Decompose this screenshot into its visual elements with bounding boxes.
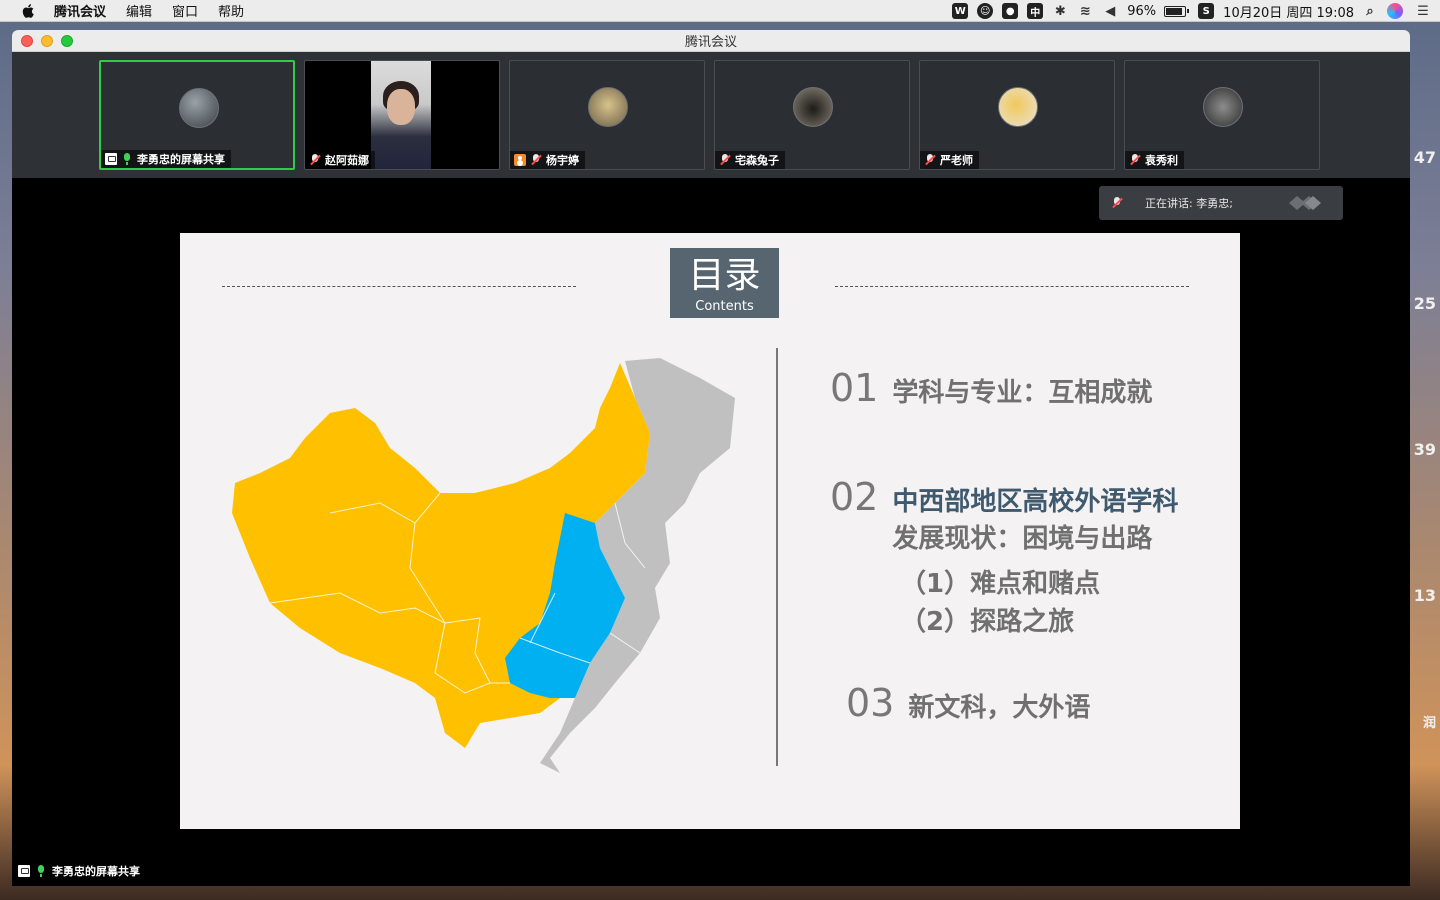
participants-strip: 李勇忠的屏幕共享 赵阿茹娜 杨宇婷 宅森兔子 严老师 袁秀利	[12, 52, 1410, 178]
participant-name: 袁秀利	[1145, 154, 1178, 167]
participant-tile[interactable]: 赵阿茹娜	[304, 60, 500, 170]
participant-name-bar: 严老师	[920, 151, 979, 169]
content-divider	[776, 348, 778, 766]
desktop-widget-number: 47	[1413, 148, 1436, 167]
sogou-input-icon[interactable]: S	[1198, 3, 1215, 19]
battery-fill	[1166, 7, 1183, 15]
toc-subitem: （1）难点和赌点	[900, 569, 1101, 599]
participant-video	[371, 61, 431, 169]
minimize-window-button[interactable]	[41, 35, 53, 47]
desktop-widget-text: 润	[1422, 716, 1436, 731]
siri-icon[interactable]	[1387, 3, 1403, 19]
fullscreen-window-button[interactable]	[61, 35, 73, 47]
mic-muted-icon	[1129, 154, 1141, 166]
window-controls	[21, 35, 73, 47]
participant-name: 赵阿茹娜	[325, 154, 369, 167]
mic-muted-icon	[530, 154, 542, 166]
bluetooth-icon[interactable]: ✱	[1052, 3, 1068, 19]
speaking-label: 正在讲话: 李勇忠;	[1145, 197, 1233, 210]
participant-tile[interactable]: 杨宇婷	[509, 60, 705, 170]
wifi-icon[interactable]: ≋	[1077, 3, 1093, 19]
menu-window[interactable]: 窗口	[172, 1, 198, 20]
tencent-meeting-logo-icon	[1289, 196, 1321, 210]
toc-text: 学科与专业：互相成就	[892, 378, 1153, 408]
mic-muted-icon	[924, 154, 936, 166]
wechat-icon[interactable]: ☺	[977, 3, 994, 19]
desktop-widget-number: 25	[1413, 294, 1436, 313]
toc-item-1[interactable]: 01 学科与专业：互相成就	[830, 366, 1152, 410]
screen-share-icon	[105, 153, 117, 165]
header-divider-left	[222, 286, 576, 287]
clock[interactable]: 10月20日 周四 19:08	[1223, 2, 1354, 21]
contents-subtitle: Contents	[695, 299, 754, 314]
mic-muted-icon	[1111, 197, 1123, 209]
participant-tile[interactable]: 严老师	[919, 60, 1115, 170]
toc-text: 中西部地区高校外语学科	[892, 487, 1179, 517]
toc-subitem: （2）探路之旅	[900, 607, 1075, 637]
participant-tile[interactable]: 李勇忠的屏幕共享	[99, 60, 295, 170]
mic-muted-icon	[719, 154, 731, 166]
toc-number: 01	[830, 366, 879, 410]
screen-share-owner: 李勇忠的屏幕共享	[52, 865, 140, 878]
toc-item-2[interactable]: 02 中西部地区高校外语学科 发展现状：困境与出路	[830, 475, 1178, 555]
contents-header: 目录 Contents	[670, 248, 779, 318]
participant-tile[interactable]: 宅森兔子	[714, 60, 910, 170]
desktop-widget-number: 13	[1413, 586, 1436, 605]
screen-share-icon	[18, 865, 30, 877]
volume-icon[interactable]: ◀	[1102, 3, 1118, 19]
participant-name-bar: 宅森兔子	[715, 151, 785, 169]
avatar	[588, 87, 628, 127]
participant-name: 严老师	[940, 154, 973, 167]
avatar	[1203, 87, 1243, 127]
participant-name-bar: 袁秀利	[1125, 151, 1184, 169]
battery-percent: 96%	[1127, 3, 1157, 19]
menu-edit[interactable]: 编辑	[126, 1, 152, 20]
header-divider-right	[835, 286, 1189, 287]
microphone-status-icon[interactable]: ●	[1002, 3, 1019, 19]
speaking-indicator: 正在讲话: 李勇忠;	[1099, 186, 1343, 220]
mic-on-icon	[121, 153, 133, 165]
participant-name: 宅森兔子	[735, 154, 779, 167]
toc-text-group: 中西部地区高校外语学科 发展现状：困境与出路	[892, 481, 1178, 555]
wps-icon[interactable]: W	[952, 3, 969, 19]
participant-name: 杨宇婷	[546, 154, 579, 167]
participant-name-bar: 赵阿茹娜	[305, 151, 375, 169]
avatar	[998, 87, 1038, 127]
participant-name: 李勇忠的屏幕共享	[137, 153, 225, 166]
mic-muted-icon	[309, 154, 321, 166]
status-area: W ☺ ● 中 ✱ ≋ ◀ 96% S 10月20日 周四 19:08 ⌕ ☰	[952, 0, 1440, 22]
toc-number: 03	[846, 681, 895, 725]
menu-bar: 腾讯会议 编辑 窗口 帮助 W ☺ ● 中 ✱ ≋ ◀ 96% S 10月20日…	[0, 0, 1440, 22]
toc-text: 发展现状：困境与出路	[892, 524, 1153, 554]
input-method-icon[interactable]: 中	[1027, 3, 1044, 19]
menu-app-name[interactable]: 腾讯会议	[54, 1, 106, 20]
participant-name-bar: 李勇忠的屏幕共享	[101, 150, 231, 168]
battery-icon[interactable]	[1164, 5, 1190, 17]
china-region-map	[232, 358, 735, 773]
toc-number: 02	[830, 475, 879, 519]
menu-help[interactable]: 帮助	[218, 1, 244, 20]
close-window-button[interactable]	[21, 35, 33, 47]
shared-slide: 目录 Contents 01 学科与专业：互相成就 02 中西部地区高校外语学科…	[180, 233, 1240, 829]
meeting-window: 腾讯会议 李勇忠的屏幕共享 赵阿茹娜 杨宇婷 宅森兔子 严老师 袁秀利 正在讲话…	[12, 30, 1410, 886]
toc-text: 新文科，大外语	[908, 693, 1091, 723]
apple-icon[interactable]	[20, 3, 38, 19]
screen-share-label: 李勇忠的屏幕共享	[18, 862, 140, 880]
participant-tile[interactable]: 袁秀利	[1124, 60, 1320, 170]
contents-title: 目录	[688, 255, 761, 296]
window-titlebar[interactable]: 腾讯会议	[12, 30, 1410, 52]
host-icon	[514, 154, 526, 166]
avatar	[179, 88, 219, 128]
notification-center-icon[interactable]: ☰	[1415, 3, 1431, 19]
participant-name-bar: 杨宇婷	[510, 151, 585, 169]
mic-on-icon	[35, 865, 47, 877]
window-title: 腾讯会议	[684, 35, 737, 50]
spotlight-search-icon[interactable]: ⌕	[1362, 3, 1378, 19]
desktop-widget-number: 39	[1413, 440, 1436, 459]
video-person-face	[387, 89, 415, 125]
avatar	[793, 87, 833, 127]
toc-item-3[interactable]: 03 新文科，大外语	[846, 681, 1090, 725]
